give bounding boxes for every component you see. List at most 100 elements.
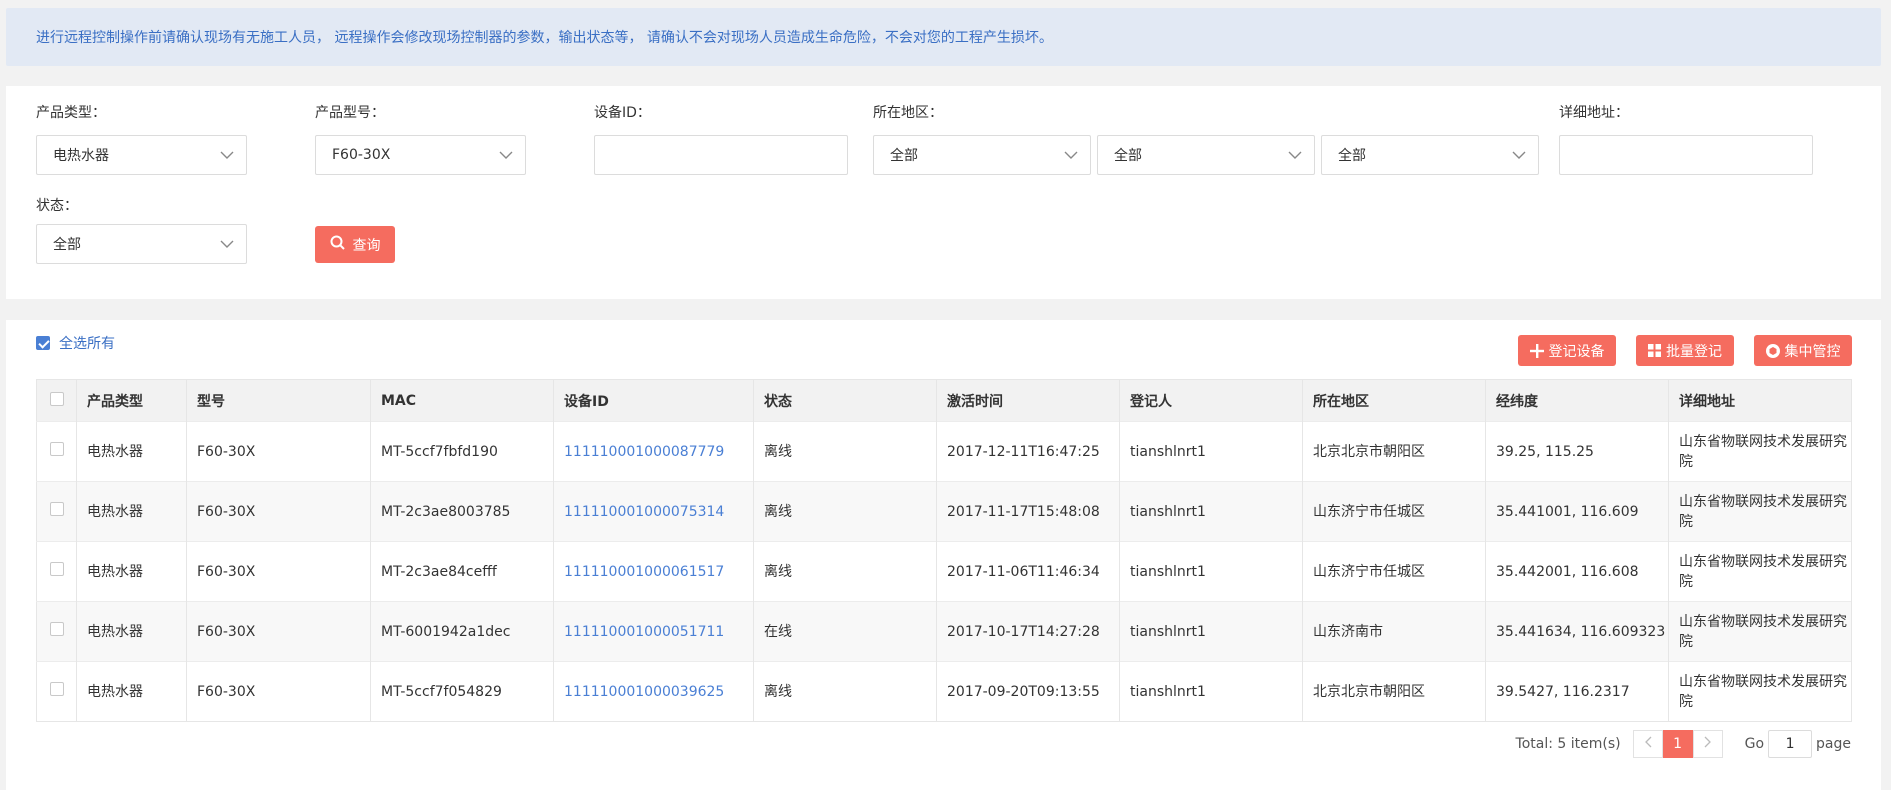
checkbox-icon	[49, 561, 64, 576]
cell-model: F60-30X	[186, 661, 371, 722]
product-type-select[interactable]: 电热水器	[36, 135, 247, 175]
cell-registrar: tianshlnrt1	[1119, 541, 1303, 602]
region-province-select[interactable]: 全部	[873, 135, 1091, 175]
header-checkbox-cell[interactable]	[36, 379, 77, 422]
checkbox-icon	[49, 681, 64, 696]
grid-icon	[1648, 344, 1661, 357]
central-control-button[interactable]: 集中管控	[1754, 335, 1852, 366]
region-city-select[interactable]: 全部	[1097, 135, 1315, 175]
product-type-label: 产品类型：	[36, 105, 106, 121]
chevron-down-icon	[220, 237, 234, 251]
row-checkbox-cell[interactable]	[36, 601, 77, 662]
search-icon	[330, 235, 345, 254]
cell-mac: MT-2c3ae84cefff	[370, 541, 554, 602]
chevron-down-icon	[499, 148, 513, 162]
cell-activation-time: 2017-11-17T15:48:08	[936, 481, 1120, 542]
region-district-select[interactable]: 全部	[1321, 135, 1539, 175]
cell-coordinates: 35.441634, 116.609323	[1485, 601, 1669, 662]
column-header: 状态	[753, 379, 937, 422]
cell-region: 北京北京市朝阳区	[1302, 661, 1486, 722]
cell-status: 离线	[753, 421, 937, 482]
page-label: page	[1816, 736, 1851, 752]
chevron-down-icon	[1512, 148, 1526, 162]
cell-status: 离线	[753, 541, 937, 602]
chevron-left-icon	[1644, 736, 1652, 752]
table-header-row: 产品类型 型号 MAC 设备ID 状态 激活时间 登记人 所在地区 经纬度 详细…	[36, 379, 1852, 422]
prev-page-button[interactable]	[1632, 730, 1663, 758]
column-header: 设备ID	[553, 379, 754, 422]
cell-mac: MT-5ccf7f054829	[370, 661, 554, 722]
select-all-checkbox[interactable]: 全选所有	[36, 333, 115, 353]
table-row: 电热水器 F60-30X MT-5ccf7f054829 11111000100…	[36, 661, 1852, 722]
region-province-value: 全部	[890, 148, 918, 164]
cell-registrar: tianshlnrt1	[1119, 481, 1303, 542]
region-district-value: 全部	[1338, 148, 1366, 164]
filter-panel: 产品类型： 电热水器 产品型号： F60-30X 设备ID： 所在地区： 全部 …	[6, 86, 1881, 299]
cell-model: F60-30X	[186, 421, 371, 482]
cell-activation-time: 2017-09-20T09:13:55	[936, 661, 1120, 722]
cell-address: 山东省物联网技术发展研究院	[1668, 541, 1852, 602]
row-checkbox-cell[interactable]	[36, 661, 77, 722]
product-model-select[interactable]: F60-30X	[315, 135, 526, 175]
next-page-button[interactable]	[1692, 730, 1723, 758]
checkbox-icon	[49, 501, 64, 516]
cell-status: 离线	[753, 481, 937, 542]
cell-coordinates: 39.5427, 116.2317	[1485, 661, 1669, 722]
cell-model: F60-30X	[186, 601, 371, 662]
column-header: 经纬度	[1485, 379, 1669, 422]
query-button[interactable]: 查询	[315, 226, 395, 263]
cell-activation-time: 2017-11-06T11:46:34	[936, 541, 1120, 602]
cell-product-type: 电热水器	[76, 661, 187, 722]
cell-region: 山东济宁市任城区	[1302, 541, 1486, 602]
region-city-value: 全部	[1114, 148, 1142, 164]
cell-address: 山东省物联网技术发展研究院	[1668, 661, 1852, 722]
address-input[interactable]	[1559, 135, 1813, 175]
cell-region: 北京北京市朝阳区	[1302, 421, 1486, 482]
cell-model: F60-30X	[186, 481, 371, 542]
device-id-input[interactable]	[594, 135, 848, 175]
cell-registrar: tianshlnrt1	[1119, 661, 1303, 722]
register-device-button[interactable]: 登记设备	[1518, 335, 1616, 366]
batch-register-button[interactable]: 批量登记	[1636, 335, 1734, 366]
select-all-label: 全选所有	[59, 336, 115, 352]
batch-register-label: 批量登记	[1666, 343, 1722, 360]
status-label: 状态：	[36, 198, 78, 214]
column-header: 详细地址	[1668, 379, 1852, 422]
cell-product-type: 电热水器	[76, 481, 187, 542]
device-id-label: 设备ID：	[594, 105, 651, 121]
row-checkbox-cell[interactable]	[36, 481, 77, 542]
column-header: 激活时间	[936, 379, 1120, 422]
cell-device-id-link[interactable]: 111110001000087779	[553, 421, 754, 482]
cell-device-id-link[interactable]: 111110001000075314	[553, 481, 754, 542]
chevron-right-icon	[1704, 736, 1712, 752]
cell-activation-time: 2017-12-11T16:47:25	[936, 421, 1120, 482]
cell-product-type: 电热水器	[76, 421, 187, 482]
checkbox-checked-icon	[36, 336, 50, 350]
table-row: 电热水器 F60-30X MT-2c3ae84cefff 11111000100…	[36, 541, 1852, 602]
product-model-label: 产品型号：	[315, 105, 385, 121]
cell-model: F60-30X	[186, 541, 371, 602]
product-type-value: 电热水器	[53, 148, 109, 164]
product-model-value: F60-30X	[332, 147, 391, 163]
cell-device-id-link[interactable]: 111110001000061517	[553, 541, 754, 602]
cell-coordinates: 39.25, 115.25	[1485, 421, 1669, 482]
table-row: 电热水器 F60-30X MT-6001942a1dec 11111000100…	[36, 601, 1852, 662]
cell-mac: MT-6001942a1dec	[370, 601, 554, 662]
cell-region: 山东济南市	[1302, 601, 1486, 662]
page-jump-input[interactable]: 1	[1768, 730, 1813, 758]
row-checkbox-cell[interactable]	[36, 421, 77, 482]
column-header: 登记人	[1119, 379, 1303, 422]
status-select[interactable]: 全部	[36, 224, 247, 264]
cell-product-type: 电热水器	[76, 601, 187, 662]
cell-device-id-link[interactable]: 111110001000039625	[553, 661, 754, 722]
table-row: 电热水器 F60-30X MT-5ccf7fbfd190 11111000100…	[36, 421, 1852, 482]
cell-device-id-link[interactable]: 111110001000051711	[553, 601, 754, 662]
checkbox-icon	[49, 621, 64, 636]
page-number-button[interactable]: 1	[1662, 730, 1693, 758]
cell-product-type: 电热水器	[76, 541, 187, 602]
cell-mac: MT-5ccf7fbfd190	[370, 421, 554, 482]
status-value: 全部	[53, 237, 81, 253]
cell-mac: MT-2c3ae8003785	[370, 481, 554, 542]
cell-address: 山东省物联网技术发展研究院	[1668, 421, 1852, 482]
row-checkbox-cell[interactable]	[36, 541, 77, 602]
